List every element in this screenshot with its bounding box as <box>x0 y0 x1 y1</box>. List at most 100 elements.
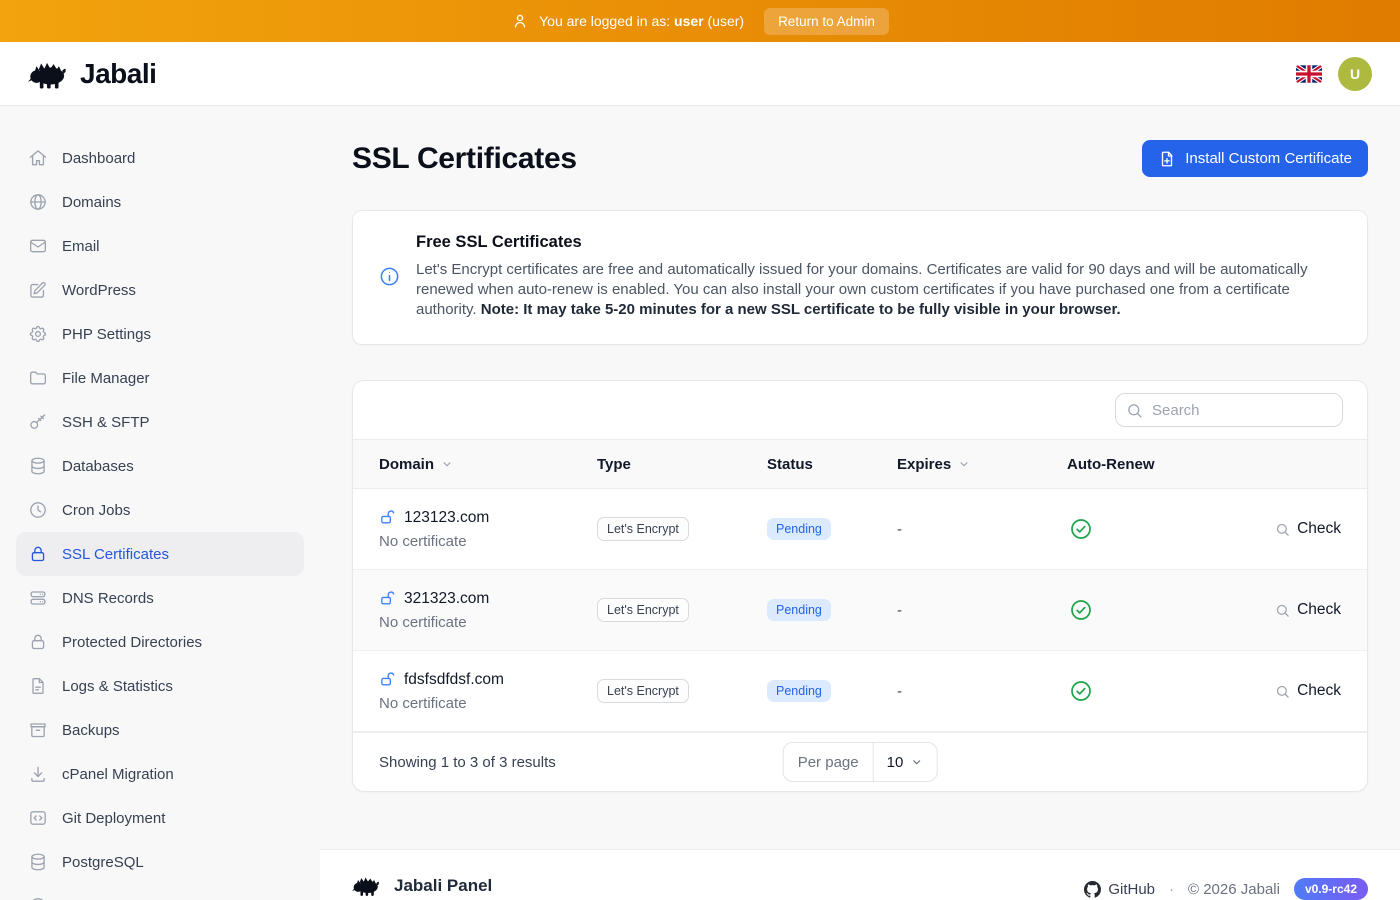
sidebar-item-label: DNS Records <box>62 590 154 607</box>
table-body: 123123.com No certificate Let's Encrypt … <box>353 489 1367 732</box>
sidebar-item-postgresql[interactable]: PostgreSQL <box>16 840 304 884</box>
expires-value: - <box>897 683 1067 700</box>
sidebar-item-label: Git Deployment <box>62 810 165 827</box>
home-icon <box>28 148 48 168</box>
sidebar-item-label: SSL Certificates <box>62 546 169 563</box>
info-card-title: Free SSL Certificates <box>416 233 1341 252</box>
sidebar-item-label: File Manager <box>62 370 150 387</box>
clock-icon <box>28 500 48 520</box>
key-icon <box>28 412 48 432</box>
sidebar-item-logs-statistics[interactable]: Logs & Statistics <box>16 664 304 708</box>
sidebar-item-databases[interactable]: Databases <box>16 444 304 488</box>
sidebar-item-label: SSH & SFTP <box>62 414 150 431</box>
ssl-table-card: Domain Type Status Expires Auto-Renew <box>352 380 1368 792</box>
column-header-expires[interactable]: Expires <box>897 456 1067 473</box>
check-certificate-button[interactable]: Check <box>1275 682 1341 700</box>
gear-icon <box>28 324 48 344</box>
folder-icon <box>28 368 48 388</box>
sidebar-item-label: Databases <box>62 458 134 475</box>
info-icon <box>379 266 400 287</box>
sidebar-item-ssh-sftp[interactable]: SSH & SFTP <box>16 400 304 444</box>
globe-icon <box>28 192 48 212</box>
sidebar-item-cron-jobs[interactable]: Cron Jobs <box>16 488 304 532</box>
domain-name[interactable]: fdsfsdfdsf.com <box>404 671 504 689</box>
table-row: fdsfsdfdsf.com No certificate Let's Encr… <box>353 651 1367 732</box>
auto-renew-check-icon[interactable] <box>1069 598 1093 622</box>
logged-in-role: (user) <box>708 13 745 29</box>
sidebar-item-cpanel-migration[interactable]: cPanel Migration <box>16 752 304 796</box>
domain-name[interactable]: 123123.com <box>404 509 489 527</box>
sidebar-item-git-deployment[interactable]: Git Deployment <box>16 796 304 840</box>
domain-name[interactable]: 321323.com <box>404 590 489 608</box>
chevron-down-icon <box>440 457 454 471</box>
per-page-select[interactable]: Per page 10 <box>783 742 938 782</box>
certificate-status-text: No certificate <box>379 533 597 550</box>
free-ssl-info-card: Free SSL Certificates Let's Encrypt cert… <box>352 210 1368 345</box>
magnifier-icon <box>1275 603 1290 618</box>
sidebar-item-file-manager[interactable]: File Manager <box>16 356 304 400</box>
sidebar-item-domains[interactable]: Domains <box>16 180 304 224</box>
boar-logo-icon <box>28 58 70 90</box>
magnifier-icon <box>1275 522 1290 537</box>
footer-copyright: © 2026 Jabali <box>1188 881 1280 898</box>
column-header-domain[interactable]: Domain <box>353 456 597 473</box>
status-badge: Pending <box>767 518 831 540</box>
brand-name: Jabali <box>80 58 156 90</box>
sidebar-item-label: Domains <box>62 194 121 211</box>
impersonation-banner: You are logged in as: user (user) Return… <box>0 0 1400 42</box>
info-card-note: Note: It may take 5-20 minutes for a new… <box>481 301 1121 318</box>
chevron-down-icon <box>909 755 923 769</box>
sidebar-item-php-settings[interactable]: PHP Settings <box>16 312 304 356</box>
footer-brand-name: Jabali Panel <box>394 876 492 896</box>
search-input[interactable] <box>1115 393 1343 427</box>
version-badge: v0.9-rc42 <box>1294 878 1368 900</box>
results-summary: Showing 1 to 3 of 3 results <box>379 754 556 771</box>
user-avatar[interactable]: U <box>1338 57 1372 91</box>
column-header-auto-renew: Auto-Renew <box>1067 456 1257 473</box>
sidebar-item-wordpress[interactable]: WordPress <box>16 268 304 312</box>
table-row: 321323.com No certificate Let's Encrypt … <box>353 570 1367 651</box>
sidebar-item-email[interactable]: Email <box>16 224 304 268</box>
sidebar-item-label: Email <box>62 238 100 255</box>
sidebar: Dashboard Domains Email WordPress PHP Se… <box>0 106 320 900</box>
app-header: Jabali U <box>0 42 1400 106</box>
brand[interactable]: Jabali <box>28 58 156 90</box>
page-footer: Jabali Panel GitHub · © 2026 Jabali v0.9… <box>320 849 1400 900</box>
sidebar-item-dns-records[interactable]: DNS Records <box>16 576 304 620</box>
sidebar-item-protected-directories[interactable]: Protected Directories <box>16 620 304 664</box>
sidebar-item-partial[interactable] <box>16 884 304 900</box>
language-flag-icon[interactable] <box>1296 65 1322 83</box>
sidebar-item-label: WordPress <box>62 282 136 299</box>
sidebar-item-backups[interactable]: Backups <box>16 708 304 752</box>
auto-renew-check-icon[interactable] <box>1069 679 1093 703</box>
logged-in-username: user <box>674 13 704 29</box>
status-badge: Pending <box>767 680 831 702</box>
document-icon <box>28 676 48 696</box>
type-badge: Let's Encrypt <box>597 679 689 703</box>
column-header-status: Status <box>767 456 897 473</box>
file-plus-icon <box>1158 150 1176 168</box>
lock-open-icon <box>379 590 396 607</box>
sidebar-item-label: Protected Directories <box>62 634 202 651</box>
github-link[interactable]: GitHub <box>1084 881 1155 898</box>
sidebar-item-label: Logs & Statistics <box>62 678 173 695</box>
sidebar-item-label: cPanel Migration <box>62 766 174 783</box>
sidebar-item-dashboard[interactable]: Dashboard <box>16 136 304 180</box>
lock-icon <box>28 544 48 564</box>
check-certificate-button[interactable]: Check <box>1275 601 1341 619</box>
page-title: SSL Certificates <box>352 142 577 176</box>
status-badge: Pending <box>767 599 831 621</box>
return-to-admin-button[interactable]: Return to Admin <box>764 8 889 35</box>
type-badge: Let's Encrypt <box>597 517 689 541</box>
check-certificate-button[interactable]: Check <box>1275 520 1341 538</box>
certificate-status-text: No certificate <box>379 695 597 712</box>
circle-icon <box>28 896 48 900</box>
install-custom-certificate-button[interactable]: Install Custom Certificate <box>1142 140 1368 177</box>
table-header-row: Domain Type Status Expires Auto-Renew <box>353 439 1367 489</box>
boar-logo-icon <box>352 874 382 897</box>
sidebar-item-ssl-certificates[interactable]: SSL Certificates <box>16 532 304 576</box>
auto-renew-check-icon[interactable] <box>1069 517 1093 541</box>
magnifier-icon <box>1275 684 1290 699</box>
column-header-type: Type <box>597 456 767 473</box>
certificate-status-text: No certificate <box>379 614 597 631</box>
